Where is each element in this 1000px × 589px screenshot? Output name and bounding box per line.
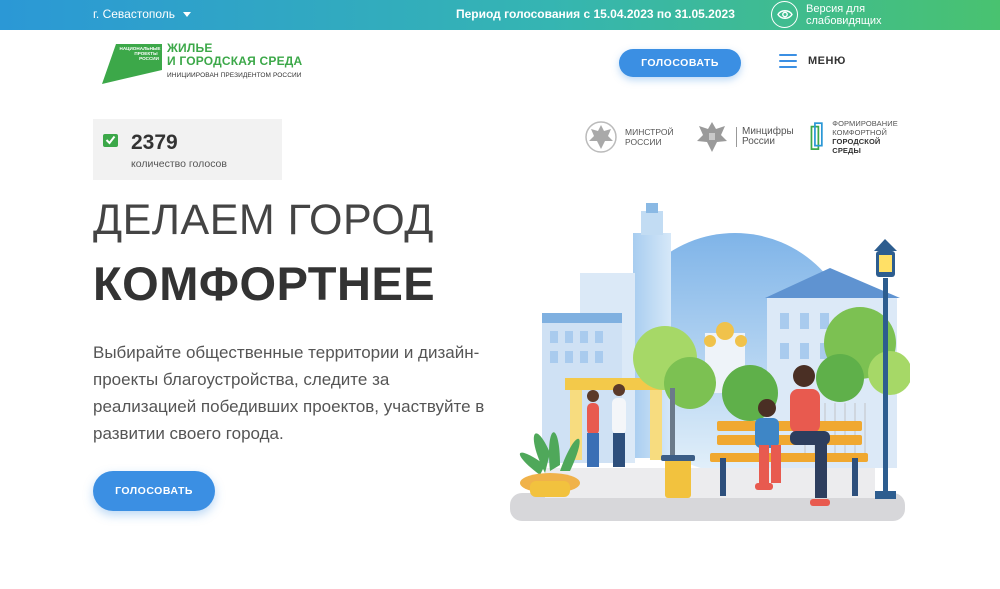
menu-label: МЕНЮ — [808, 55, 846, 67]
accessibility-version-label: Версия для слабовидящих — [806, 2, 882, 27]
minstroy-logo[interactable]: МИНСТРОЙ РОССИИ — [584, 119, 674, 155]
comfortable-city-icon — [810, 122, 823, 150]
vote-button-main[interactable]: ГОЛОСОВАТЬ — [93, 471, 215, 511]
votes-count-label: количество голосов — [131, 158, 227, 170]
fks-line-3: ГОРОДСКОЙ СРЕДЫ — [832, 137, 881, 155]
chevron-down-icon — [183, 11, 192, 17]
votes-count: 2379 — [131, 131, 178, 154]
menu-button[interactable]: МЕНЮ — [779, 54, 846, 68]
city-park-illustration — [510, 203, 910, 521]
hero-description: Выбирайте общественные территории и диза… — [93, 343, 485, 443]
top-bar: г. Севастополь Период голосования с 15.0… — [0, 0, 1000, 30]
votes-counter: 2379 количество голосов — [93, 119, 282, 180]
hero-title-line-2: КОМФОРТНЕЕ — [93, 257, 436, 310]
fks-line-2: КОМФОРТНОЙ — [832, 128, 888, 137]
logo-subtitle: ИНИЦИИРОВАН ПРЕЗИДЕНТОМ РОССИИ — [167, 72, 302, 79]
logo-small-line-3: РОССИИ — [139, 56, 159, 61]
ballot-check-icon — [103, 134, 118, 147]
mintsifry-line-2: России — [742, 136, 775, 147]
minstroy-line-2: РОССИИ — [625, 137, 662, 147]
logo-title-line-2: И ГОРОДСКАЯ СРЕДА — [167, 54, 303, 68]
comfortable-city-logo[interactable]: ФОРМИРОВАНИЕ КОМФОРТНОЙ ГОРОДСКОЙ СРЕДЫ — [808, 119, 901, 155]
logo-mark-icon: НАЦИОНАЛЬНЫЕ ПРОЕКТЫ РОССИИ — [102, 44, 162, 84]
city-label: г. Севастополь — [93, 7, 176, 21]
voting-period: Период голосования с 15.04.2023 по 31.05… — [456, 7, 735, 21]
hamburger-icon — [779, 54, 797, 68]
mintsifry-logo[interactable]: Минцифры России — [695, 119, 794, 155]
minstroy-line-1: МИНСТРОЙ — [625, 127, 674, 137]
fks-line-1: ФОРМИРОВАНИЕ — [832, 119, 898, 128]
eagle-emblem-icon — [585, 121, 617, 153]
hero-title-line-1: ДЕЛАЕМ ГОРОД — [93, 196, 434, 244]
accessibility-version-link[interactable]: Версия для слабовидящих — [771, 1, 886, 28]
logo-text[interactable]: ЖИЛЬЕ И ГОРОДСКАЯ СРЕДА ИНИЦИИРОВАН ПРЕЗ… — [167, 42, 303, 80]
eagle-emblem-icon — [697, 122, 727, 152]
city-selector[interactable]: г. Севастополь — [93, 7, 192, 21]
vote-button-header[interactable]: ГОЛОСОВАТЬ — [619, 49, 741, 77]
eye-icon — [771, 1, 798, 28]
